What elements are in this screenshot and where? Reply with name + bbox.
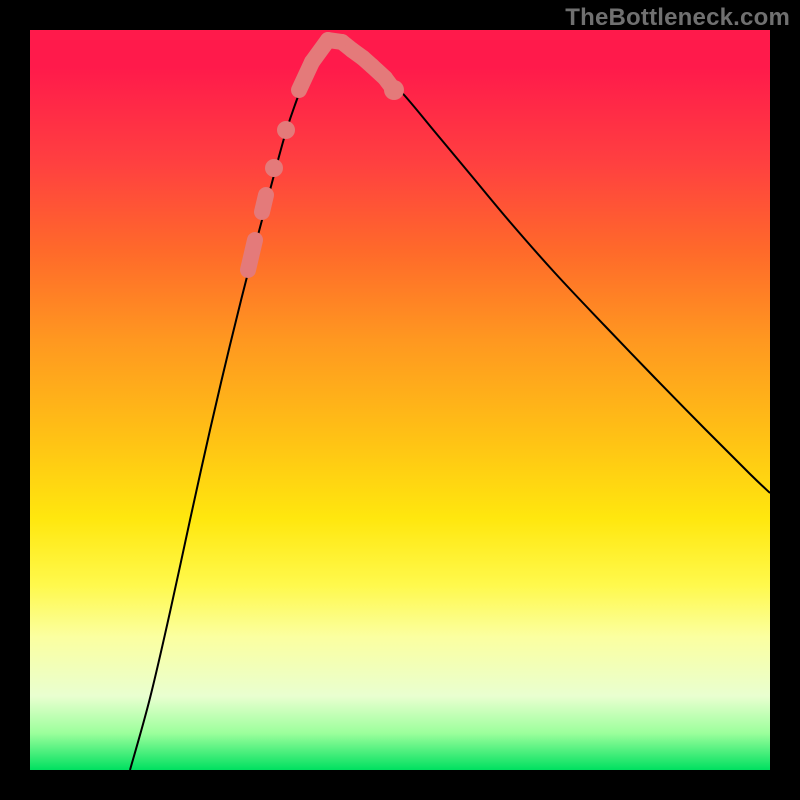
curve-marker (277, 121, 295, 139)
curve-marker (265, 159, 283, 177)
curves-svg (30, 30, 770, 770)
curve-marker-segment (248, 240, 255, 270)
image-frame: TheBottleneck.com (0, 0, 800, 800)
watermark-text: TheBottleneck.com (565, 4, 790, 32)
marker-group (248, 40, 404, 270)
curve-marker-segment (262, 195, 266, 212)
left-curve (130, 35, 330, 770)
right-curve (330, 35, 770, 493)
plot-area (30, 30, 770, 770)
curve-marker (384, 80, 404, 100)
